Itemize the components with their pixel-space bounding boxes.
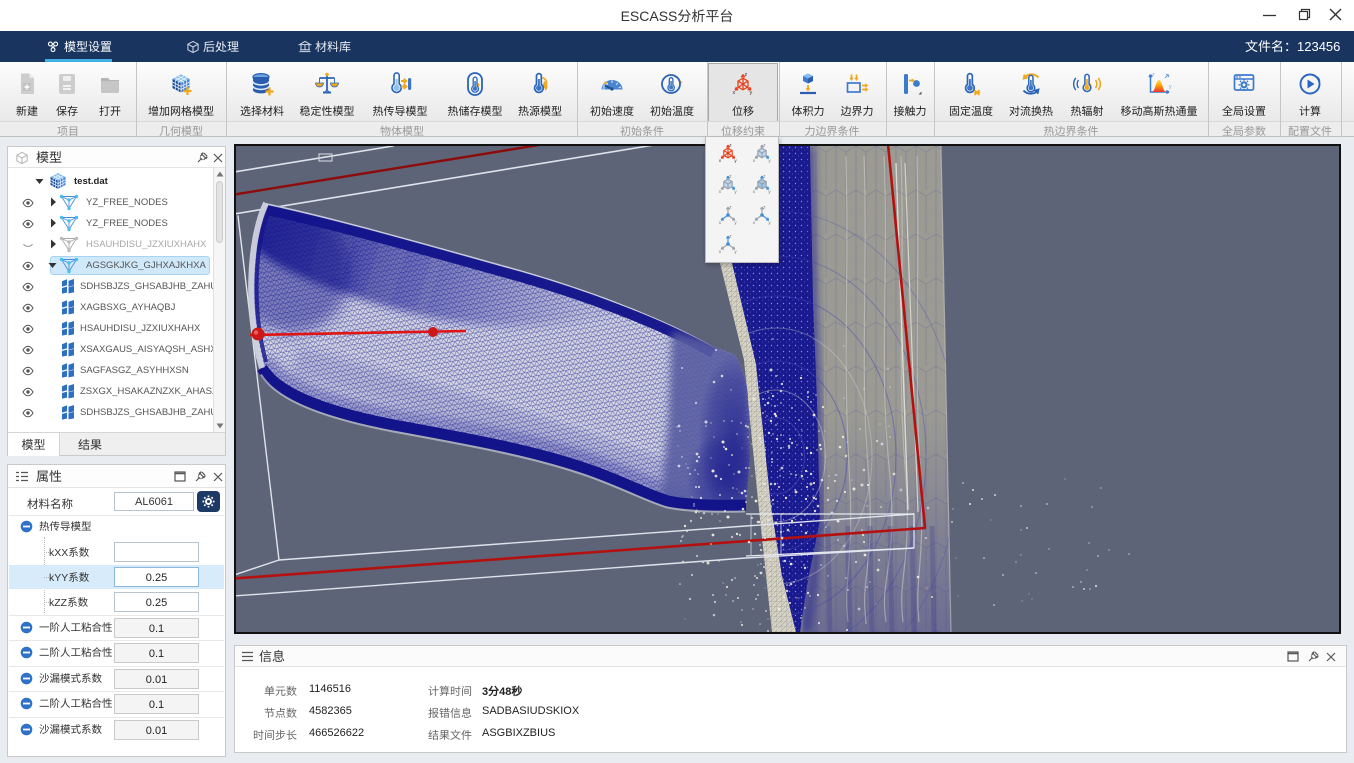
svg-text:y: y [1169, 84, 1172, 90]
svg-text:z: z [763, 204, 766, 209]
svg-text:z: z [729, 173, 732, 178]
svg-text:y: y [768, 220, 771, 225]
svg-text:z: z [745, 72, 748, 78]
svg-text:y: y [734, 158, 737, 163]
svg-text:z: z [1152, 72, 1155, 78]
svg-text:y: y [734, 220, 737, 225]
svg-text:z: z [729, 204, 732, 209]
svg-text:x: x [733, 90, 736, 96]
svg-text:z: z [729, 142, 732, 147]
svg-text:y: y [734, 189, 737, 194]
svg-text:y: y [750, 90, 753, 96]
svg-text:y: y [768, 189, 771, 194]
svg-text:z: z [763, 173, 766, 178]
svg-text:z: z [763, 142, 766, 147]
svg-text:y: y [734, 249, 737, 254]
svg-text:z: z [729, 233, 732, 238]
svg-text:y: y [768, 158, 771, 163]
